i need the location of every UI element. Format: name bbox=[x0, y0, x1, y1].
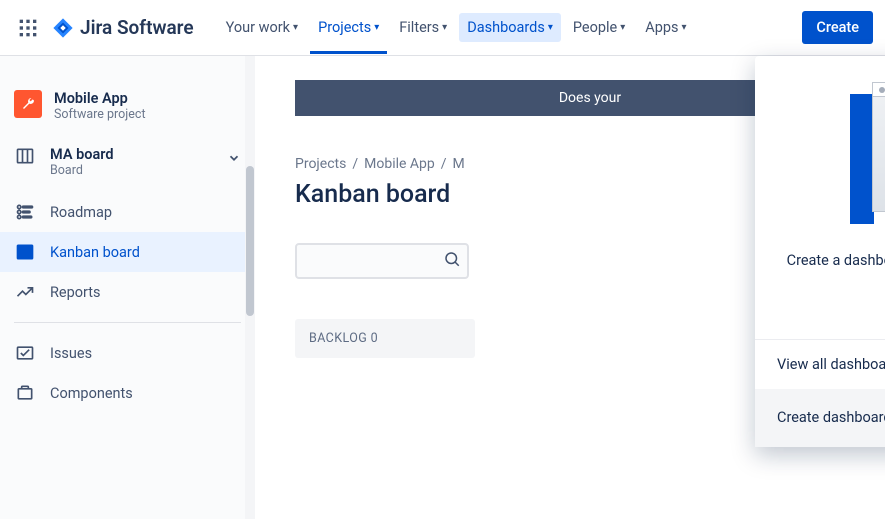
wrench-icon bbox=[20, 96, 36, 112]
board-icon bbox=[14, 146, 36, 166]
jira-logo[interactable]: Jira Software bbox=[52, 16, 194, 39]
sidebar-item-components[interactable]: Components bbox=[0, 373, 255, 413]
sidebar-item-issues[interactable]: Issues bbox=[0, 333, 255, 373]
sidebar-item-reports[interactable]: Reports bbox=[0, 272, 255, 312]
sidebar-item-label: Roadmap bbox=[50, 204, 112, 221]
roadmap-icon bbox=[14, 202, 36, 222]
sidebar-scrollbar[interactable] bbox=[245, 56, 255, 519]
divider bbox=[14, 322, 241, 323]
jira-logo-text: Jira Software bbox=[80, 16, 194, 39]
scrollbar-thumb[interactable] bbox=[246, 166, 254, 316]
dropdown-description: Create a dashboard to track the status o… bbox=[775, 250, 885, 294]
dashboards-dropdown: Create a dashboard to track the status o… bbox=[755, 56, 885, 447]
main-content: Does your tand Projects/Mobile App/M Kan… bbox=[255, 56, 885, 519]
sidebar-item-kanban[interactable]: Kanban board bbox=[0, 232, 255, 272]
sidebar-item-label: Components bbox=[50, 385, 133, 402]
board-name: MA board bbox=[50, 146, 114, 163]
board-switcher[interactable]: MA board Board bbox=[0, 146, 255, 192]
search-icon bbox=[443, 250, 461, 272]
sidebar: Mobile App Software project MA board Boa… bbox=[0, 56, 255, 519]
sidebar-item-label: Reports bbox=[50, 284, 101, 301]
chevron-down-icon bbox=[227, 150, 241, 169]
nav-dashboards[interactable]: Dashboards▾ bbox=[459, 13, 561, 42]
chevron-down-icon: ▾ bbox=[442, 22, 447, 33]
nav-apps[interactable]: Apps▾ bbox=[637, 13, 694, 42]
chevron-down-icon: ▾ bbox=[374, 22, 379, 33]
nav-people[interactable]: People▾ bbox=[565, 13, 633, 42]
chevron-down-icon: ▾ bbox=[682, 22, 687, 33]
backlog-column: BACKLOG 0 bbox=[295, 319, 475, 358]
project-header[interactable]: Mobile App Software project bbox=[0, 90, 255, 146]
board-sub: Board bbox=[50, 163, 114, 178]
nav-projects[interactable]: Projects▾ bbox=[310, 13, 387, 42]
create-button[interactable]: Create bbox=[802, 11, 873, 44]
create-dashboard[interactable]: Create dashboard bbox=[755, 389, 885, 447]
kanban-icon bbox=[14, 242, 36, 262]
project-subtitle: Software project bbox=[54, 107, 146, 122]
components-icon bbox=[14, 383, 36, 403]
jira-logo-icon bbox=[52, 17, 74, 39]
issues-icon bbox=[14, 343, 36, 363]
project-title: Mobile App bbox=[54, 90, 146, 107]
sidebar-item-roadmap[interactable]: Roadmap bbox=[0, 192, 255, 232]
column-label: BACKLOG bbox=[309, 331, 367, 346]
chevron-down-icon: ▾ bbox=[548, 22, 553, 33]
nav-filters[interactable]: Filters▾ bbox=[391, 13, 455, 42]
view-all-dashboards[interactable]: View all dashboards bbox=[755, 340, 885, 389]
breadcrumb-projects[interactable]: Projects bbox=[295, 156, 346, 172]
breadcrumb-mobile-app[interactable]: Mobile App bbox=[364, 156, 435, 172]
chevron-down-icon: ▾ bbox=[293, 22, 298, 33]
search-box bbox=[295, 243, 469, 279]
column-count: 0 bbox=[371, 331, 378, 346]
reports-icon bbox=[14, 282, 36, 302]
app-switcher-icon[interactable] bbox=[12, 12, 44, 44]
breadcrumb-board[interactable]: M bbox=[453, 156, 465, 172]
nav-your-work[interactable]: Your work▾ bbox=[218, 13, 306, 42]
project-icon bbox=[14, 90, 42, 118]
top-navigation: Jira Software Your work▾ Projects▾ Filte… bbox=[0, 0, 885, 56]
banner-text: Does your bbox=[559, 90, 621, 106]
sidebar-item-label: Issues bbox=[50, 345, 92, 362]
sidebar-item-label: Kanban board bbox=[50, 244, 140, 261]
chevron-down-icon: ▾ bbox=[620, 22, 625, 33]
dashboard-illustration bbox=[850, 82, 885, 230]
